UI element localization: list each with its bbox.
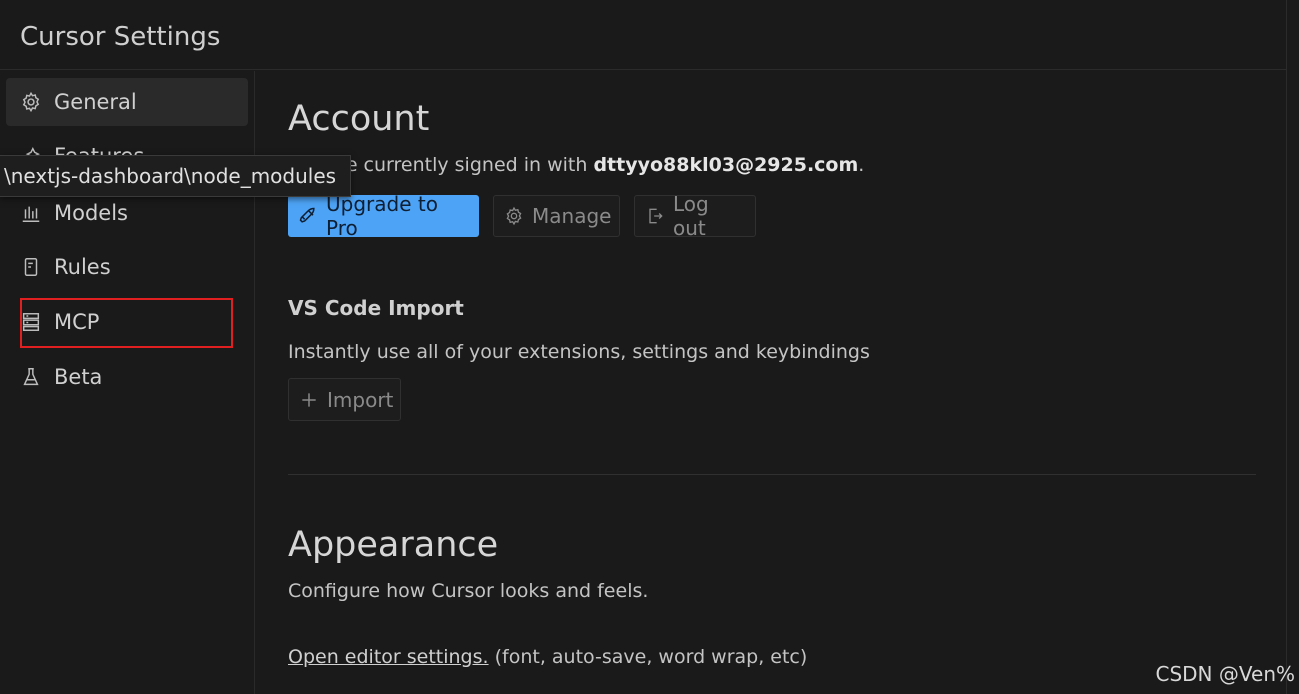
open-editor-settings-link[interactable]: Open editor settings. xyxy=(288,646,489,668)
manage-label: Manage xyxy=(532,204,612,228)
manage-button[interactable]: Manage xyxy=(493,195,620,237)
sidebar-item-label: Models xyxy=(54,201,128,225)
log-out-button[interactable]: Log out xyxy=(634,192,756,240)
signed-in-text: You are currently signed in with dttyyo8… xyxy=(288,154,864,176)
path-tooltip: \nextjs-dashboard\node_modules xyxy=(0,155,352,197)
tooltip-text: \nextjs-dashboard\node_modules xyxy=(4,164,337,188)
appearance-description: Configure how Cursor looks and feels. xyxy=(288,580,649,602)
import-label: Import xyxy=(327,387,394,412)
sidebar-item-label: Rules xyxy=(54,255,111,279)
window-title: Cursor Settings xyxy=(20,22,221,52)
editor-settings-hint: (font, auto-save, word wrap, etc) xyxy=(488,646,808,668)
sidebar-item-general[interactable]: General xyxy=(6,78,248,126)
title-bar: Cursor Settings xyxy=(0,0,1286,70)
section-divider xyxy=(288,474,1256,475)
log-out-icon xyxy=(645,206,665,226)
gear-icon xyxy=(20,91,42,113)
upgrade-label: Upgrade to Pro xyxy=(326,192,438,240)
chart-bars-icon xyxy=(20,202,42,224)
document-icon xyxy=(20,256,42,278)
flask-icon xyxy=(20,366,42,388)
window-edge-divider xyxy=(1286,0,1287,694)
sidebar-item-rules[interactable]: Rules xyxy=(6,243,248,291)
account-email: dttyyo88kl03@2925.com xyxy=(593,154,859,176)
plus-icon xyxy=(299,390,319,410)
appearance-heading: Appearance xyxy=(288,525,499,565)
sidebar-item-beta[interactable]: Beta xyxy=(6,353,248,401)
sidebar-item-label: MCP xyxy=(54,310,100,334)
rocket-icon xyxy=(298,206,318,226)
signed-in-suffix: . xyxy=(858,154,865,176)
log-out-label: Log out xyxy=(673,192,709,240)
vscode-import-heading: VS Code Import xyxy=(288,296,464,320)
vscode-import-description: Instantly use all of your extensions, se… xyxy=(288,341,870,363)
account-heading: Account xyxy=(288,99,430,139)
sidebar-item-label: General xyxy=(54,90,137,114)
server-icon xyxy=(20,311,42,333)
upgrade-to-pro-button[interactable]: Upgrade to Pro xyxy=(288,192,479,240)
sidebar-item-mcp[interactable]: MCP xyxy=(6,298,248,346)
watermark-text: CSDN @Ven% xyxy=(1155,662,1296,686)
gear-icon xyxy=(504,206,524,226)
sidebar-item-label: Beta xyxy=(54,365,103,389)
editor-settings-line: Open editor settings. (font, auto-save, … xyxy=(288,646,807,668)
import-button[interactable]: Import xyxy=(288,378,401,421)
